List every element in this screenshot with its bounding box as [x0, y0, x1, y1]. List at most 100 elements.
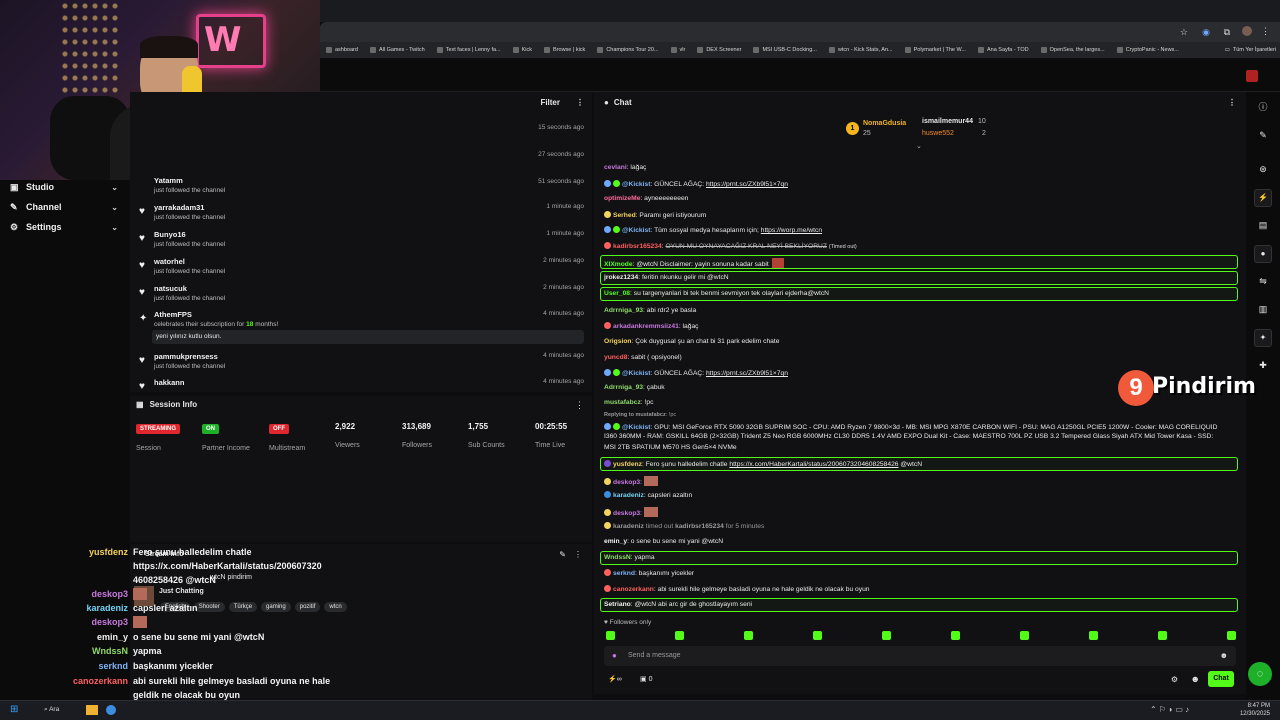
chat-username[interactable]: Setriano: [604, 601, 631, 608]
chat-users-icon[interactable]: ☻: [1191, 674, 1200, 684]
taskbar-search[interactable]: ⌕ Ara: [44, 706, 59, 714]
browser-taskbar-icon[interactable]: [106, 705, 116, 715]
emote-icon[interactable]: [606, 631, 615, 640]
emote-icon[interactable]: [1227, 631, 1236, 640]
menu-icon[interactable]: ⋮: [1261, 26, 1270, 37]
chat-username[interactable]: XIXmode: [604, 261, 633, 268]
chevron-down-icon[interactable]: ⌄: [111, 223, 118, 232]
expand-icon[interactable]: ⌄: [916, 142, 922, 150]
bookmark-item[interactable]: Text faces | Lenny fa...: [431, 47, 507, 53]
chat-link[interactable]: https://worp.me/wtcn: [761, 227, 822, 234]
chat-username[interactable]: Origsion: [604, 338, 632, 345]
chat-username[interactable]: serknd: [613, 570, 635, 577]
bookmark-item[interactable]: Champions Tour 20...: [591, 47, 664, 53]
activity-user[interactable]: watorhel: [154, 257, 185, 266]
chat-username[interactable]: cevlani: [604, 164, 627, 171]
chat-username[interactable]: @Kickist: [622, 227, 650, 234]
wrench-button[interactable]: ✦: [1254, 329, 1272, 347]
tray-icons[interactable]: ⌃ ⚐ ◗ ▭ ♪: [1150, 705, 1189, 714]
chat-username[interactable]: arkadankremmsiiz41: [613, 323, 679, 330]
bolt-button[interactable]: ⚡: [1254, 189, 1272, 207]
bookmark-item[interactable]: ashboard: [320, 47, 364, 53]
file-icon[interactable]: ▤: [1256, 218, 1270, 232]
activity-user[interactable]: natsucuk: [154, 284, 187, 293]
chat-username[interactable]: canozerkann: [613, 586, 654, 593]
chevron-down-icon[interactable]: ⌄: [111, 183, 118, 192]
emote-icon[interactable]: [1089, 631, 1098, 640]
bookmark-item[interactable]: CryptoPanic - News...: [1111, 47, 1185, 53]
emote-icon[interactable]: [882, 631, 891, 640]
stream-info-menu-icon[interactable]: ⋮: [574, 550, 582, 559]
emote-icon[interactable]: [1158, 631, 1167, 640]
chat-username[interactable]: karadeniz: [613, 492, 644, 499]
filter-button[interactable]: Filter: [540, 98, 560, 107]
chat-username[interactable]: kadirbsr165234: [613, 243, 662, 250]
chat-send-button[interactable]: Chat: [1208, 671, 1234, 687]
chat-link[interactable]: https://x.com/HaberKartali/status/200607…: [729, 461, 898, 468]
chat-link[interactable]: https://prnt.sc/ZXb9l51×7qn: [706, 370, 788, 377]
emote-icon[interactable]: [951, 631, 960, 640]
activity-menu-icon[interactable]: ⋮: [576, 98, 584, 107]
chat-username[interactable]: deskop3: [613, 479, 640, 486]
chat-username[interactable]: Serhed: [613, 212, 636, 219]
gamepad-icon[interactable]: ⊛: [1256, 162, 1270, 176]
chat-settings-icon[interactable]: ⚙: [1171, 675, 1178, 684]
emote-icon[interactable]: [1020, 631, 1029, 640]
chat-username[interactable]: @Kickist: [622, 370, 650, 377]
profile-avatar[interactable]: [1242, 26, 1252, 36]
emoji-icon[interactable]: ☻: [1220, 651, 1228, 660]
chat-username[interactable]: jrokez1234: [604, 274, 638, 281]
bookmark-item[interactable]: All Games - Twitch: [364, 47, 431, 53]
chat-username[interactable]: Adrrniga_93: [604, 307, 643, 314]
chat-username[interactable]: Adrrniga_93: [604, 384, 643, 391]
chat-username[interactable]: deskop3: [613, 510, 640, 517]
chat-username[interactable]: emin_y: [604, 538, 627, 545]
printer-icon[interactable]: ▥: [1256, 302, 1270, 316]
activity-user[interactable]: hakkann: [154, 378, 184, 387]
edit-icon[interactable]: ✎: [559, 550, 566, 559]
activity-user[interactable]: AthemFPS: [154, 310, 192, 319]
activity-user[interactable]: Bunyo16: [154, 230, 186, 239]
bookmark-item[interactable]: Kick: [507, 47, 538, 53]
chevron-down-icon[interactable]: ⌄: [111, 203, 118, 212]
link-icon[interactable]: ⇋: [1256, 274, 1270, 288]
emote-icon[interactable]: [675, 631, 684, 640]
chat-menu-icon[interactable]: ⋮: [1228, 98, 1236, 107]
all-bookmarks[interactable]: ▭ Tüm Yer İşaretleri: [1225, 42, 1276, 58]
nav-item-channel[interactable]: ✎ Channel ⌄: [0, 197, 130, 217]
folder-icon[interactable]: [86, 705, 98, 715]
emote-icon[interactable]: [744, 631, 753, 640]
bookmark-item[interactable]: Polymarket | The W...: [899, 47, 972, 53]
chat-link[interactable]: https://prnt.sc/ZXb9l51×7qn: [706, 181, 788, 188]
chat-username[interactable]: karadeniz: [613, 523, 644, 530]
chat-bubble-button[interactable]: ●: [1254, 245, 1272, 263]
chat-username[interactable]: @Kickist: [622, 181, 650, 188]
puzzle-icon[interactable]: ⧉: [1224, 27, 1230, 38]
emote-icon[interactable]: [813, 631, 822, 640]
bookmark-item[interactable]: Ana Sayfa - TOD: [972, 47, 1035, 53]
kick-logo-icon[interactable]: [1246, 70, 1258, 82]
star-icon[interactable]: ☆: [1180, 27, 1188, 38]
chat-username[interactable]: mustafabcz: [604, 399, 641, 406]
support-chat-button[interactable]: ◌: [1248, 662, 1272, 686]
chat-username[interactable]: Replying to mustafabcz: [604, 412, 666, 418]
info-icon[interactable]: ⓘ: [1256, 100, 1270, 114]
chat-username[interactable]: yuncd8: [604, 354, 627, 361]
points-icon[interactable]: ⚡∞: [608, 675, 622, 683]
windows-icon[interactable]: ⊞: [10, 704, 18, 715]
chat-username[interactable]: yusfdenz: [613, 461, 642, 468]
activity-user[interactable]: pammukprensess: [154, 352, 218, 361]
chat-input[interactable]: Send a message ● ☻: [604, 646, 1236, 666]
session-menu-icon[interactable]: ⋮: [575, 400, 584, 411]
chat-username[interactable]: WndssN: [604, 554, 631, 561]
bookmark-item[interactable]: Browse | kick: [538, 47, 591, 53]
activity-user[interactable]: yarrakadam31: [154, 203, 204, 212]
bookmark-item[interactable]: vlr: [665, 47, 692, 53]
bookmark-item[interactable]: OpenSea, the larges...: [1035, 47, 1111, 53]
bookmark-item[interactable]: DEX Screener: [691, 47, 747, 53]
chat-username[interactable]: optimizeMe: [604, 195, 640, 202]
chat-username[interactable]: @Kickist: [622, 424, 650, 431]
nav-item-settings[interactable]: ⚙ Settings ⌄: [0, 217, 130, 237]
chat-username[interactable]: User_08: [604, 290, 630, 297]
pencil-icon[interactable]: ✎: [1256, 128, 1270, 142]
